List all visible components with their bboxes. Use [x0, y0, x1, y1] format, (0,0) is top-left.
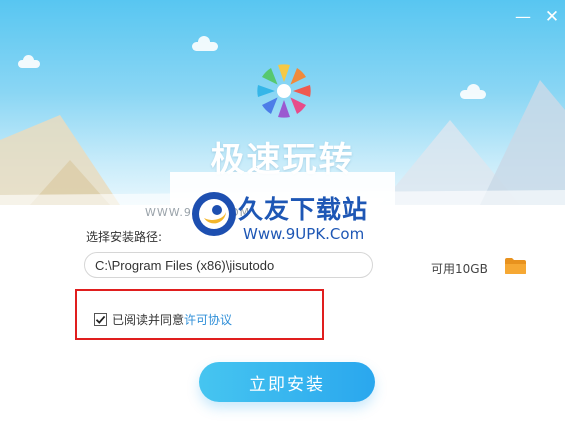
install-now-button[interactable]: 立即安装	[199, 362, 375, 402]
close-button[interactable]: ✕	[543, 8, 561, 26]
agreement-row: 已阅读并同意 许可协议	[94, 311, 232, 327]
license-agreement-link[interactable]: 许可协议	[184, 311, 232, 328]
pinwheel-logo-icon	[257, 64, 311, 118]
agree-checkbox[interactable]	[94, 312, 107, 326]
install-path-label: 选择安装路径:	[86, 230, 163, 244]
minimize-button[interactable]: —	[514, 8, 532, 26]
watermark-site-url: Www.9UPK.Com	[243, 225, 365, 243]
watermark-site-name: 久友下载站	[238, 195, 369, 224]
checkmark-icon	[95, 315, 106, 324]
watermark-logo-icon	[192, 192, 236, 236]
install-path-input[interactable]	[84, 252, 373, 278]
available-space: 可用10GB	[431, 262, 488, 276]
agreement-text: 已阅读并同意	[112, 312, 185, 327]
folder-icon[interactable]	[504, 257, 527, 275]
